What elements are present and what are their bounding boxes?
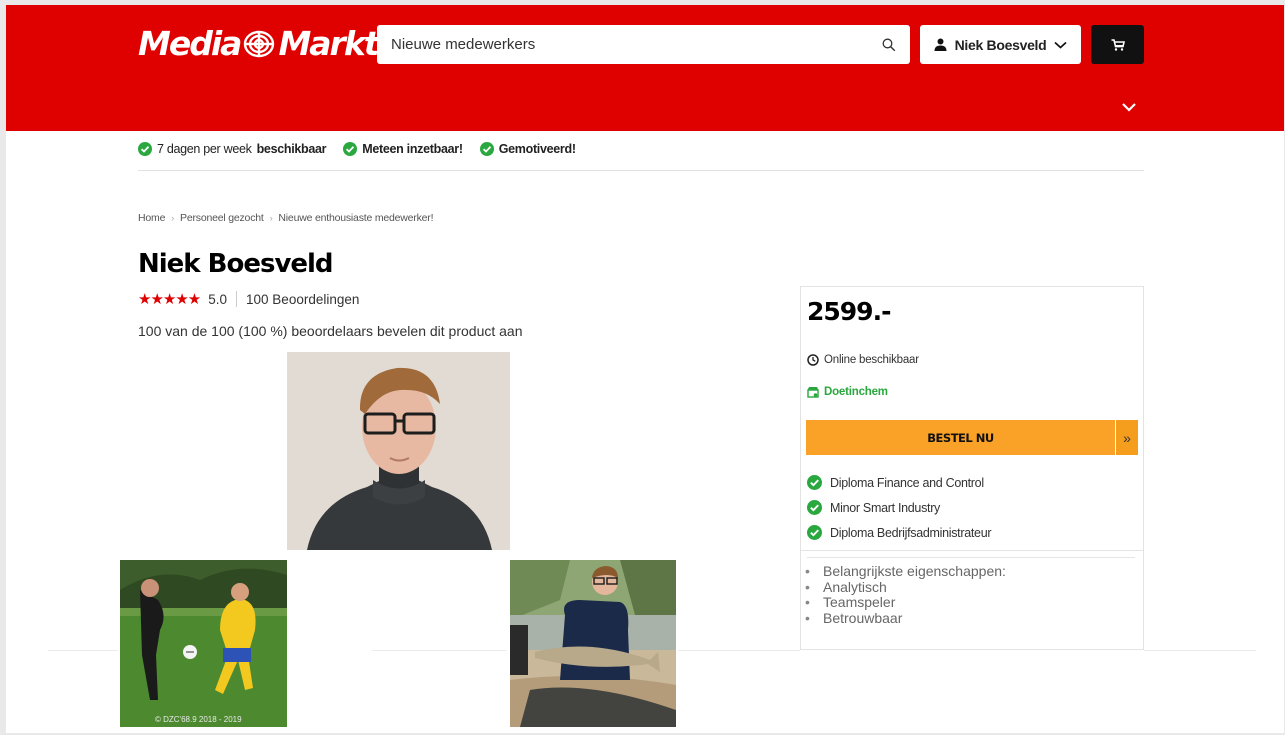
soccer-photo[interactable]: © DZC'68.9 2018 - 2019: [120, 560, 287, 727]
divider: [801, 550, 1143, 551]
account-button[interactable]: Niek Boesveld: [920, 25, 1081, 64]
breadcrumb-link-personeel[interactable]: Personeel gezocht: [180, 212, 264, 224]
property-item: Betrouwbaar: [805, 610, 1006, 627]
check-circle-icon: [138, 142, 152, 156]
check-circle-icon: [479, 142, 494, 156]
chevron-down-icon: [1054, 41, 1067, 49]
property-item: Analytisch: [805, 579, 1006, 596]
review-count[interactable]: 100 Beoordelingen: [246, 292, 359, 307]
store-availability[interactable]: Doetinchem: [807, 386, 888, 398]
buy-box: 2599.- Online beschikbaar Doetinchem BES…: [800, 286, 1144, 650]
feature-list: Diploma Finance and Control Minor Smart …: [807, 470, 992, 545]
logo-burst-icon: [244, 30, 275, 58]
online-availability: Online beschikbaar: [807, 354, 919, 366]
clock-icon: [807, 354, 819, 366]
cart-button[interactable]: [1091, 25, 1144, 64]
search-bar[interactable]: [377, 25, 910, 64]
order-now-button[interactable]: BESTEL NU: [806, 420, 1115, 455]
feature-text: Minor Smart Industry: [830, 500, 941, 515]
usp-item: 7 dagen per week beschikbaar: [138, 142, 327, 156]
account-name: Niek Boesveld: [954, 36, 1047, 53]
check-circle-icon: [807, 475, 822, 490]
portrait-photo[interactable]: [287, 352, 510, 550]
price: 2599.-: [807, 297, 891, 326]
double-chevron-right-icon[interactable]: »: [1115, 420, 1138, 455]
feature-text: Diploma Bedrijfsadministrateur: [830, 525, 992, 540]
divider: [236, 291, 238, 307]
breadcrumb-link-home[interactable]: Home: [138, 212, 165, 224]
property-item: Teamspeler: [805, 594, 1006, 611]
feature-item: Diploma Bedrijfsadministrateur: [807, 520, 992, 545]
check-circle-icon: [807, 525, 822, 540]
site-header: Media Markt Nieuwe medewerkers Niek Boes…: [6, 5, 1284, 131]
product-title: Niek Boesveld: [138, 249, 334, 279]
mediamarkt-logo[interactable]: Media Markt: [138, 26, 380, 62]
usp-item: Meteen inzetbaar!: [343, 142, 463, 156]
search-icon[interactable]: [882, 38, 896, 52]
feature-item: Minor Smart Industry: [807, 495, 991, 520]
user-icon: [934, 38, 947, 51]
usp-text-bold: Gemotiveerd!: [498, 142, 576, 156]
cart-icon: [1111, 38, 1125, 51]
breadcrumb-current: Nieuwe enthousiaste medewerker!: [278, 212, 434, 224]
usp-text: 7 dagen per week: [157, 142, 252, 156]
feature-item: Diploma Finance and Control: [807, 470, 991, 495]
divider: [372, 650, 507, 651]
feature-text: Diploma Finance and Control: [830, 475, 984, 490]
divider: [807, 557, 1135, 558]
menu-expand-chevron-icon[interactable]: [1120, 101, 1138, 113]
divider: [1144, 650, 1256, 651]
photo-caption: © DZC'68.9 2018 - 2019: [155, 715, 242, 724]
rating-value: 5.0: [208, 291, 228, 307]
usp-text-bold: beschikbaar: [256, 142, 327, 156]
recommend-text: 100 van de 100 (100 %) beoordelaars beve…: [138, 323, 523, 339]
usp-item: Gemotiveerd!: [479, 142, 576, 156]
availability-text: Online beschikbaar: [824, 354, 919, 366]
divider: [138, 170, 1144, 171]
order-button-group: BESTEL NU »: [806, 420, 1138, 455]
properties-list: Belangrijkste eigenschappen: Analytisch …: [805, 563, 1006, 627]
store-name: Doetinchem: [824, 386, 888, 398]
star-rating-icon: ★★★★★: [138, 291, 201, 308]
usp-bar: 7 dagen per week beschikbaar Meteen inze…: [138, 139, 576, 159]
page: Media Markt Nieuwe medewerkers Niek Boes…: [6, 5, 1284, 733]
breadcrumb: Home › Personeel gezocht › Nieuwe enthou…: [138, 212, 434, 224]
store-icon: [807, 387, 819, 398]
check-circle-icon: [343, 142, 358, 156]
fishing-photo[interactable]: [510, 560, 676, 727]
breadcrumb-separator-icon: ›: [171, 213, 175, 223]
property-item: Belangrijkste eigenschappen:: [805, 563, 1006, 580]
search-input[interactable]: [391, 36, 882, 53]
check-circle-icon: [807, 500, 822, 515]
divider: [678, 650, 800, 651]
divider: [48, 650, 118, 651]
breadcrumb-separator-icon: ›: [269, 213, 273, 223]
usp-text-bold: Meteen inzetbaar!: [362, 142, 463, 156]
rating-summary[interactable]: ★★★★★ 5.0 100 Beoordelingen: [138, 290, 359, 308]
